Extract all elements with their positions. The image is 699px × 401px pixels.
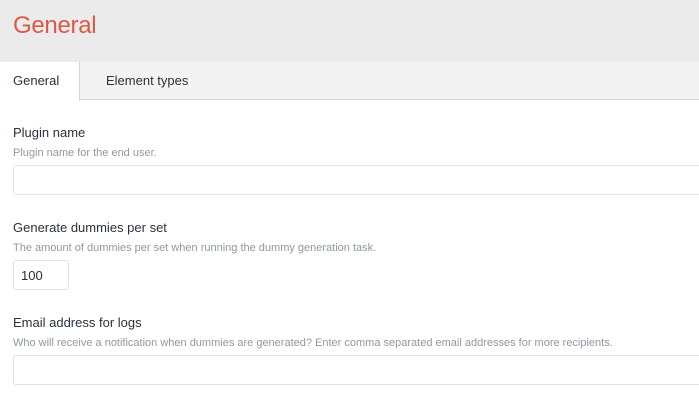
tab-general[interactable]: General (0, 62, 80, 101)
tab-bar: General Element types (0, 62, 699, 101)
plugin-name-hint: Plugin name for the end user. (13, 147, 157, 159)
plugin-name-label: Plugin name (13, 125, 86, 140)
dummies-per-set-hint: The amount of dummies per set when runni… (13, 242, 377, 254)
plugin-name-input[interactable] (13, 165, 699, 195)
plugin-name-field: Plugin name Plugin name for the end user… (13, 125, 699, 195)
dummies-per-set-label: Generate dummies per set (13, 220, 167, 235)
page-title: General (13, 12, 97, 39)
email-logs-label: Email address for logs (13, 315, 142, 330)
dummies-per-set-input[interactable] (13, 260, 69, 290)
tab-element-types[interactable]: Element types (106, 62, 188, 100)
page-header: General (0, 0, 699, 62)
email-logs-input[interactable] (13, 355, 699, 385)
email-logs-field: Email address for logs Who will receive … (13, 315, 699, 385)
email-logs-hint: Who will receive a notification when dum… (13, 337, 613, 349)
dummies-per-set-field: Generate dummies per set The amount of d… (13, 220, 699, 290)
